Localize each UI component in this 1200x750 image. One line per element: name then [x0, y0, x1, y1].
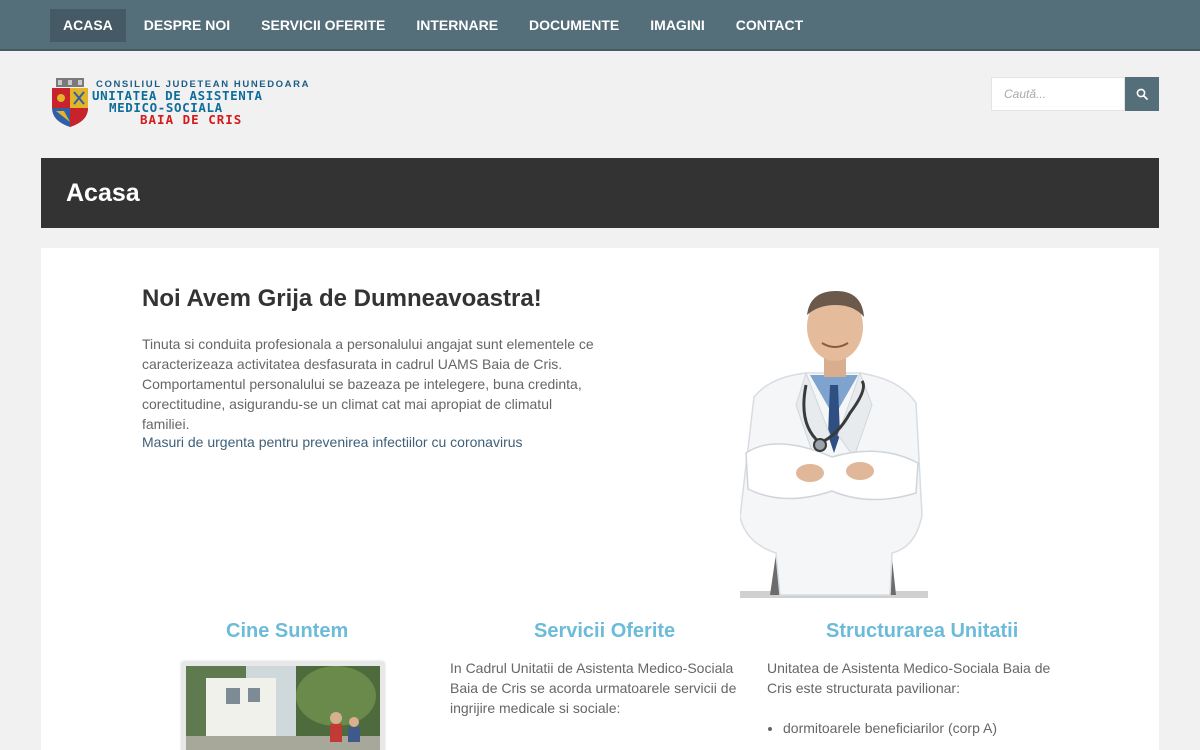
coat-of-arms-icon — [52, 78, 88, 127]
search-icon — [1136, 88, 1148, 100]
hero-paragraph: Tinuta si conduita profesionala a person… — [142, 336, 594, 432]
search-button[interactable] — [1125, 77, 1159, 111]
nav-item-internare[interactable]: INTERNARE — [403, 9, 511, 42]
page-title-bar: Acasa — [41, 158, 1159, 228]
search-form — [991, 77, 1159, 111]
list-item: dormitoarele beneficiarilor (corp A) — [783, 718, 1083, 738]
nav-item-acasa[interactable]: ACASA — [50, 9, 126, 42]
building-photo — [182, 662, 384, 750]
col-title-cine-suntem: Cine Suntem — [226, 620, 349, 642]
structure-list: dormitoarele beneficiarilor (corp A) — [783, 718, 1083, 738]
site-logo[interactable]: CONSILIUL JUDETEAN HUNEDOARA UNITATEA DE… — [48, 76, 308, 130]
col-title-servicii-oferite: Servicii Oferite — [534, 620, 676, 642]
structurarea-unitatii-text: Unitatea de Asistenta Medico-Sociala Bai… — [767, 660, 1051, 696]
nav-item-despre-noi[interactable]: DESPRE NOI — [131, 9, 243, 42]
search-input[interactable] — [991, 77, 1125, 111]
servicii-oferite-text: In Cadrul Unitatii de Asistenta Medico-S… — [450, 660, 737, 716]
main-nav: ACASA DESPRE NOI SERVICII OFERITE INTERN… — [0, 0, 1200, 51]
nav-item-servicii-oferite[interactable]: SERVICII OFERITE — [248, 9, 398, 42]
nav-item-documente[interactable]: DOCUMENTE — [516, 9, 632, 42]
nav-item-contact[interactable]: CONTACT — [723, 9, 816, 42]
main-content: Noi Avem Grija de Dumneavoastra! Tinuta … — [41, 248, 1159, 750]
hero-heading: Noi Avem Grija de Dumneavoastra! — [142, 285, 542, 312]
coronavirus-measures-link[interactable]: Masuri de urgenta pentru prevenirea infe… — [142, 434, 523, 450]
doctor-image — [740, 291, 928, 598]
building-image — [186, 666, 380, 750]
page-title: Acasa — [66, 179, 140, 207]
nav-item-imagini[interactable]: IMAGINI — [637, 9, 717, 42]
logo-line-location: BAIA DE CRIS — [140, 112, 243, 127]
col-title-structurarea-unitatii: Structurarea Unitatii — [826, 620, 1019, 642]
